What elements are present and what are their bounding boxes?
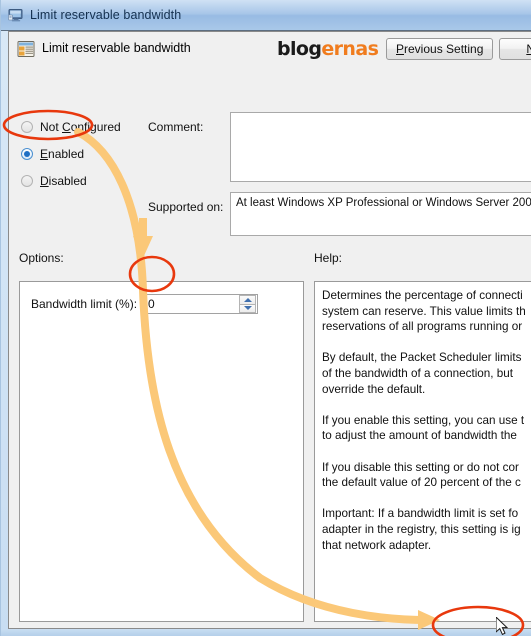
policy-setting-icon <box>17 40 35 58</box>
brand-part-2: ernas <box>321 38 379 60</box>
radio-option-not-configured[interactable]: Not Configured <box>21 116 146 138</box>
window-frame: Limit reservable bandwidth Limit reserva… <box>0 0 531 636</box>
triangle-up-icon <box>243 297 252 302</box>
next-setting-button[interactable]: Ne <box>499 38 531 60</box>
monitor-icon <box>8 7 24 23</box>
radio-button-enabled[interactable] <box>21 148 33 160</box>
spinner-up-button[interactable] <box>239 295 257 305</box>
brand-part-1: blog <box>277 38 322 60</box>
blogernas-watermark: blogernas <box>277 38 379 60</box>
spinner-down-button[interactable] <box>239 304 257 313</box>
window-title: Limit reservable bandwidth <box>30 8 182 22</box>
options-panel: Bandwidth limit (%): <box>19 281 304 622</box>
setting-header: Limit reservable bandwidth blogernas Pre… <box>9 32 531 68</box>
bandwidth-limit-spinner[interactable] <box>143 294 259 314</box>
radio-label-enabled: Enabled <box>40 147 85 161</box>
radio-button-disabled[interactable] <box>21 175 33 187</box>
bandwidth-limit-label: Bandwidth limit (%): <box>31 297 138 311</box>
radio-label-disabled: Disabled <box>40 174 87 188</box>
triangle-down-icon <box>243 306 252 311</box>
help-paragraph: Important: If a bandwidth limit is set f… <box>322 507 521 552</box>
comment-label: Comment: <box>148 120 204 134</box>
dialog-body: Limit reservable bandwidth blogernas Pre… <box>8 31 531 629</box>
comment-textarea[interactable] <box>230 112 531 182</box>
window-bottom-edge <box>1 630 531 636</box>
mouse-cursor <box>496 617 509 636</box>
help-paragraph: By default, the Packet Scheduler limits … <box>322 351 522 396</box>
help-paragraph: If you enable this setting, you can use … <box>322 413 525 443</box>
radio-button-not-configured[interactable] <box>21 121 33 133</box>
next-setting-accel: N <box>526 42 531 56</box>
supported-on-label: Supported on: <box>148 200 224 214</box>
help-paragraph: Determines the percentage of connecti sy… <box>322 289 526 334</box>
options-label: Options: <box>19 251 64 265</box>
previous-setting-accel: P <box>396 42 405 56</box>
spinner-buttons[interactable] <box>239 295 257 313</box>
radio-option-disabled[interactable]: Disabled <box>21 170 146 192</box>
screenshot-root: Limit reservable bandwidth Limit reserva… <box>0 0 531 636</box>
help-panel: Determines the percentage of connecti sy… <box>314 281 531 622</box>
bandwidth-limit-row: Bandwidth limit (%): <box>31 294 259 314</box>
help-label: Help: <box>314 251 343 265</box>
help-paragraph: If you disable this setting or do not co… <box>322 460 521 490</box>
setting-title: Limit reservable bandwidth <box>42 41 191 55</box>
state-radio-group: Not Configured Enabled Disabled <box>21 116 146 197</box>
radio-label-not-configured: Not Configured <box>40 120 121 134</box>
bandwidth-limit-input[interactable] <box>144 295 237 313</box>
radio-option-enabled[interactable]: Enabled <box>21 143 146 165</box>
previous-setting-label: revious Setting <box>404 42 484 56</box>
window-titlebar: Limit reservable bandwidth <box>1 0 531 31</box>
supported-on-value: At least Windows XP Professional or Wind… <box>230 192 531 236</box>
previous-setting-button[interactable]: Previous Setting <box>386 38 494 60</box>
